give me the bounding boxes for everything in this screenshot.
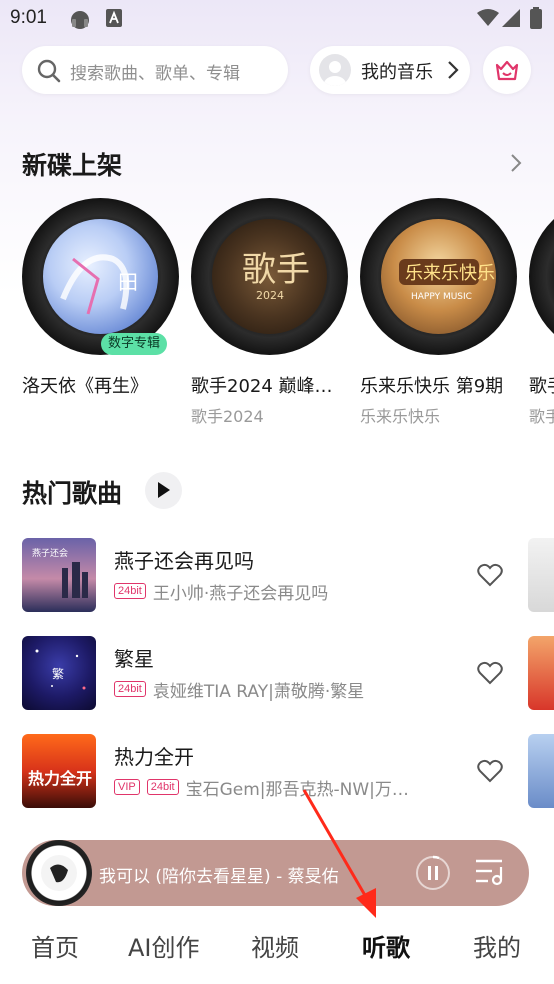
heart-icon[interactable] xyxy=(477,661,503,689)
now-playing-title: 我可以 (陪你去看星星) - 蔡旻佑 xyxy=(99,867,339,887)
album-title: 歌手2024 巅峰… xyxy=(191,376,333,397)
album-disc: 歌手 2024 xyxy=(191,198,348,355)
search-icon xyxy=(36,58,62,88)
new-albums-title: 新碟上架 xyxy=(22,151,123,180)
heart-icon[interactable] xyxy=(477,563,503,591)
chevron-right-icon xyxy=(447,60,459,84)
album-disc xyxy=(529,198,554,355)
status-time: 9:01 xyxy=(10,7,47,28)
signal-icon xyxy=(502,9,520,31)
vip-shop-button[interactable] xyxy=(483,46,531,94)
song-cover: 繁 xyxy=(22,636,96,710)
battery-icon xyxy=(530,7,542,33)
album-card[interactable]: 乐来乐快乐 HAPPY MUSIC 乐来乐快乐 第9期 乐来乐快乐 xyxy=(360,198,520,428)
mini-player[interactable]: 我可以 (陪你去看星星) - 蔡旻佑 xyxy=(22,840,529,906)
quality-tag: 24bit xyxy=(146,779,179,795)
digital-album-badge: 数字专辑 xyxy=(101,333,168,355)
vip-tag: VIP xyxy=(114,779,140,795)
album-subtitle: 歌手2024 xyxy=(191,407,264,426)
tab-mine[interactable]: 我的 xyxy=(473,928,521,963)
search-placeholder: 搜索歌曲、歌单、专辑 xyxy=(70,64,240,84)
heart-icon[interactable] xyxy=(477,759,503,787)
song-artist: 宝石Gem|那吾克热-NW|万… xyxy=(185,779,409,800)
headphone-icon xyxy=(68,9,92,33)
album-subtitle: 歌手 xyxy=(529,407,554,426)
album-cover: 乐来乐快乐 HAPPY MUSIC xyxy=(381,219,496,334)
song-cover-peek xyxy=(528,734,554,808)
song-title: 热力全开 xyxy=(114,745,194,769)
song-title: 繁星 xyxy=(114,647,154,671)
song-artist: 袁娅维TIA RAY|萧敬腾·繁星 xyxy=(152,681,365,702)
song-cover: 燕子还会 xyxy=(22,538,96,612)
song-meta: 24bit 袁娅维TIA RAY|萧敬腾·繁星 xyxy=(114,678,365,702)
svg-text:繁: 繁 xyxy=(52,666,64,681)
hot-songs-title: 热门歌曲 xyxy=(22,479,123,508)
song-title: 燕子还会再见吗 xyxy=(114,549,254,573)
album-card[interactable]: 歌手 歌手 xyxy=(529,198,554,428)
album-disc: 乐来乐快乐 HAPPY MUSIC xyxy=(360,198,517,355)
svg-text:HAPPY MUSIC: HAPPY MUSIC xyxy=(411,292,472,302)
bottom-nav: 首页 AI创作 视频 听歌 我的 xyxy=(0,920,554,972)
album-cover: 歌手 2024 xyxy=(212,219,327,334)
search-bar[interactable]: 搜索歌曲、歌单、专辑 xyxy=(22,46,288,94)
svg-text:2024: 2024 xyxy=(256,289,284,302)
svg-text:热力全开: 热力全开 xyxy=(28,769,92,788)
song-cover-peek xyxy=(528,636,554,710)
app-icon xyxy=(106,9,122,31)
song-row[interactable]: 燕子还会 燕子还会再见吗 24bit 王小帅·燕子还会再见吗 xyxy=(22,538,522,612)
now-playing-disc xyxy=(26,840,92,906)
wifi-icon xyxy=(477,9,499,31)
song-row[interactable]: 热力全开 热力全开 VIP 24bit 宝石Gem|那吾克热-NW|万… xyxy=(22,734,522,808)
chevron-right-icon[interactable] xyxy=(510,152,522,178)
pause-button[interactable] xyxy=(415,855,451,895)
tab-ai-create[interactable]: AI创作 xyxy=(128,928,200,963)
album-card[interactable]: 歌手 2024 歌手2024 巅峰… 歌手2024 xyxy=(191,198,351,428)
status-bar: 9:01 xyxy=(0,0,554,36)
album-cover: 田 xyxy=(43,219,158,334)
album-card[interactable]: 田 数字专辑 洛天依《再生》 xyxy=(22,198,182,428)
song-meta: VIP 24bit 宝石Gem|那吾克热-NW|万… xyxy=(114,776,409,800)
svg-text:乐来乐快乐: 乐来乐快乐 xyxy=(405,263,495,284)
my-music-button[interactable]: 我的音乐 xyxy=(310,46,470,94)
album-disc: 田 xyxy=(22,198,179,355)
quality-tag: 24bit xyxy=(114,583,146,599)
song-meta: 24bit 王小帅·燕子还会再见吗 xyxy=(114,580,329,604)
my-music-label: 我的音乐 xyxy=(361,62,433,83)
playlist-icon[interactable] xyxy=(474,857,506,891)
album-subtitle: 乐来乐快乐 xyxy=(360,407,441,426)
quality-tag: 24bit xyxy=(114,681,146,697)
tab-video[interactable]: 视频 xyxy=(251,928,299,963)
svg-text:田: 田 xyxy=(118,270,138,294)
tab-home[interactable]: 首页 xyxy=(31,928,79,963)
svg-text:燕子还会: 燕子还会 xyxy=(32,547,68,559)
album-title: 歌手 xyxy=(529,376,554,397)
song-artist: 王小帅·燕子还会再见吗 xyxy=(152,583,329,604)
svg-text:歌手: 歌手 xyxy=(242,250,310,290)
tab-listen[interactable]: 听歌 xyxy=(362,928,410,963)
song-cover-peek xyxy=(528,538,554,612)
avatar xyxy=(319,54,351,86)
album-title: 洛天依《再生》 xyxy=(22,376,148,397)
song-cover: 热力全开 xyxy=(22,734,96,808)
album-title: 乐来乐快乐 第9期 xyxy=(360,376,504,397)
play-all-button[interactable] xyxy=(145,472,182,509)
song-row[interactable]: 繁 繁星 24bit 袁娅维TIA RAY|萧敬腾·繁星 xyxy=(22,636,522,710)
